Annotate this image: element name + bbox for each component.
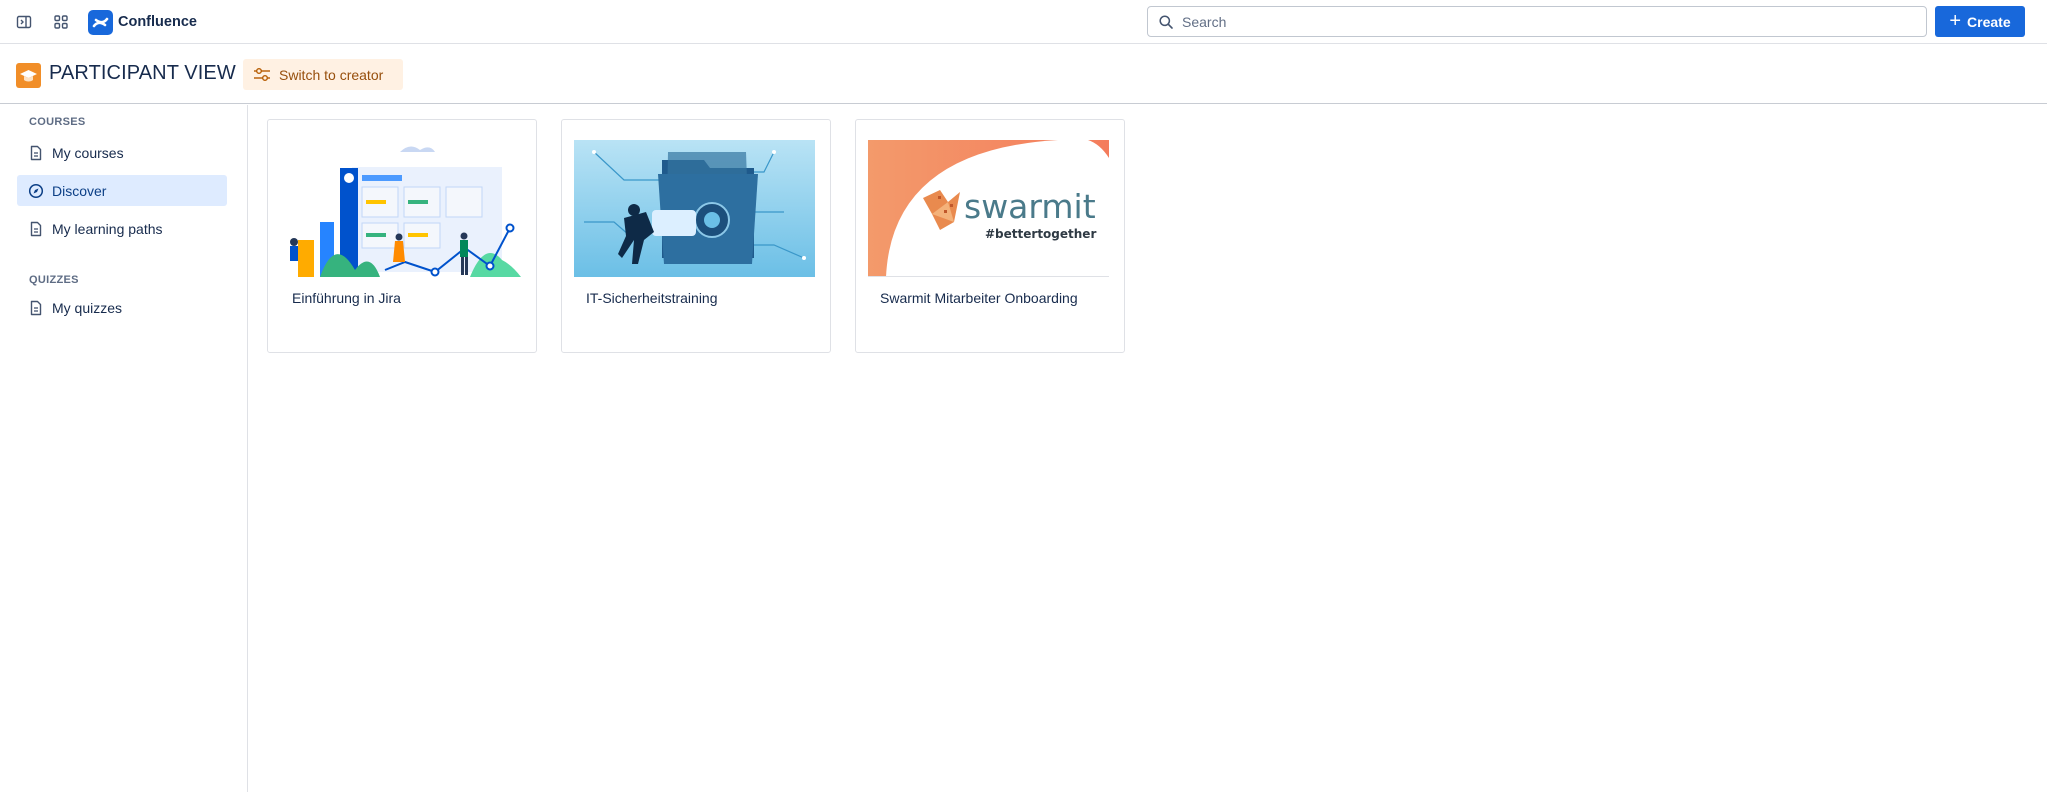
sidebar-item-label: My quizzes xyxy=(52,299,123,316)
sidebar-item-discover[interactable]: Discover xyxy=(17,175,227,206)
sidebar-item-label: My learning paths xyxy=(52,220,163,237)
sidebar: COURSES My courses Discover My learning … xyxy=(0,105,248,792)
create-button[interactable]: + Create xyxy=(1935,6,2025,37)
app-name: Confluence xyxy=(118,14,197,30)
sidebar-item-label: My courses xyxy=(52,144,124,161)
search-box[interactable] xyxy=(1147,6,1927,37)
course-card-einfuehrung-in-jira[interactable]: Einführung in Jira xyxy=(267,119,537,353)
jira-illustration-image xyxy=(280,140,521,277)
compass-icon xyxy=(28,183,44,198)
sidebar-item-my-quizzes[interactable]: My quizzes xyxy=(17,292,227,323)
course-card-swarmit-onboarding[interactable]: swarmit #bettertogether Swarmit Mitarbei… xyxy=(855,119,1125,353)
swarmit-tagline: #bettertogether xyxy=(985,227,1096,241)
course-title: IT-Sicherheitstraining xyxy=(586,290,718,306)
course-title: Einführung in Jira xyxy=(292,290,401,306)
swarmit-logo-text: swarmit xyxy=(964,187,1096,226)
sidebar-toggle-button[interactable] xyxy=(9,9,39,35)
security-folder-image xyxy=(574,140,815,277)
app-switcher-button[interactable] xyxy=(46,9,76,35)
create-label: Create xyxy=(1967,13,2011,30)
swarmit-logo-image: swarmit #bettertogether xyxy=(868,140,1109,277)
sliders-icon xyxy=(254,67,270,81)
course-card-it-sicherheitstraining[interactable]: IT-Sicherheitstraining xyxy=(561,119,831,353)
confluence-home-link[interactable]: Confluence xyxy=(88,8,197,36)
top-navigation: Confluence + Create xyxy=(0,0,2047,44)
document-icon xyxy=(30,221,42,236)
switch-to-creator-label: Switch to creator xyxy=(279,66,384,83)
document-icon xyxy=(30,300,42,315)
document-icon xyxy=(30,145,42,160)
course-app-logo-icon xyxy=(16,63,41,88)
course-title: Swarmit Mitarbeiter Onboarding xyxy=(880,290,1078,306)
page-title: PARTICIPANT VIEW xyxy=(49,62,236,84)
search-input[interactable] xyxy=(1182,13,1902,30)
switch-to-creator-button[interactable]: Switch to creator xyxy=(243,59,403,90)
sidebar-item-my-learning-paths[interactable]: My learning paths xyxy=(17,213,227,244)
sidebar-item-label: Discover xyxy=(52,182,107,199)
plus-icon: + xyxy=(1949,9,1962,32)
section-label-quizzes: QUIZZES xyxy=(29,274,79,286)
sidebar-toggle-icon xyxy=(16,15,32,29)
sidebar-item-my-courses[interactable]: My courses xyxy=(17,137,227,168)
page-header: PARTICIPANT VIEW Switch to creator xyxy=(0,45,2047,104)
app-switcher-icon xyxy=(54,15,68,29)
section-label-courses: COURSES xyxy=(29,116,86,128)
search-icon xyxy=(1159,14,1173,29)
confluence-logo-icon xyxy=(88,9,113,35)
